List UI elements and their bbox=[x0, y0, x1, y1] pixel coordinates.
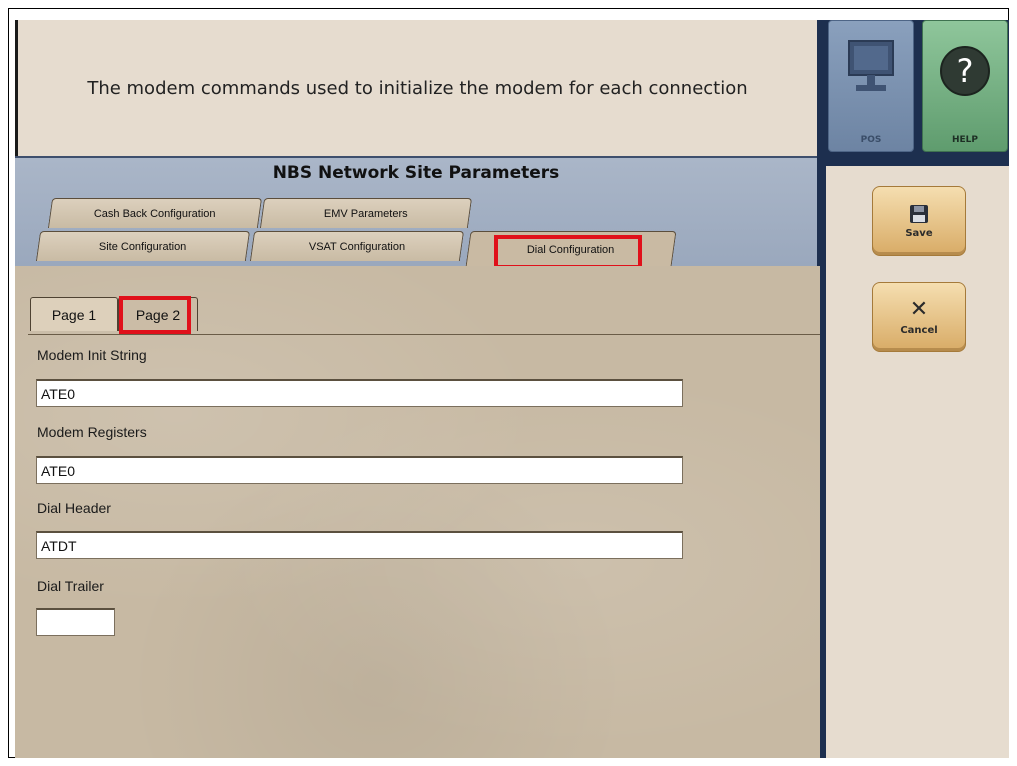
save-label: Save bbox=[905, 227, 933, 239]
modem-init-string-input[interactable]: ATE0 bbox=[36, 379, 683, 407]
save-button[interactable]: Save bbox=[872, 186, 966, 256]
subtab-label: Page 2 bbox=[135, 306, 181, 323]
modem-registers-label: Modem Registers bbox=[37, 424, 147, 440]
svg-text:?: ? bbox=[957, 52, 974, 90]
tab-vsat-configuration[interactable]: VSAT Configuration bbox=[249, 231, 465, 261]
content-area bbox=[15, 266, 820, 758]
subtab-divider bbox=[28, 334, 820, 335]
dial-header-input[interactable]: ATDT bbox=[36, 531, 683, 559]
banner-description: The modem commands used to initialize th… bbox=[87, 77, 748, 99]
dial-trailer-input[interactable] bbox=[36, 608, 115, 636]
question-mark-icon: ? bbox=[940, 46, 990, 96]
cancel-button[interactable]: ✕ Cancel bbox=[872, 282, 966, 352]
modem-init-string-label: Modem Init String bbox=[37, 347, 147, 363]
tab-site-configuration[interactable]: Site Configuration bbox=[35, 231, 251, 261]
cancel-label: Cancel bbox=[900, 324, 938, 336]
subtab-page-2[interactable]: Page 2 bbox=[118, 297, 198, 331]
tab-label: Site Configuration bbox=[99, 240, 187, 253]
floppy-disk-icon bbox=[910, 204, 928, 223]
modem-registers-input[interactable]: ATE0 bbox=[36, 456, 683, 484]
pos-button[interactable]: POS bbox=[828, 20, 914, 152]
tab-dial-configuration[interactable]: Dial Configuration bbox=[465, 231, 677, 267]
monitor-icon bbox=[848, 40, 894, 91]
subtab-label: Page 1 bbox=[51, 306, 97, 323]
help-button[interactable]: ? HELP bbox=[922, 20, 1008, 152]
tab-label: VSAT Configuration bbox=[308, 240, 406, 253]
subtab-page-1[interactable]: Page 1 bbox=[30, 297, 118, 331]
page-title: NBS Network Site Parameters bbox=[272, 163, 560, 183]
tab-label: Cash Back Configuration bbox=[94, 207, 216, 220]
close-icon: ✕ bbox=[909, 296, 929, 322]
tab-emv-parameters[interactable]: EMV Parameters bbox=[259, 198, 473, 228]
tab-label: EMV Parameters bbox=[324, 207, 408, 220]
dial-trailer-label: Dial Trailer bbox=[37, 578, 104, 594]
help-button-label: HELP bbox=[951, 135, 978, 145]
dial-header-label: Dial Header bbox=[37, 500, 111, 516]
tab-cash-back-configuration[interactable]: Cash Back Configuration bbox=[47, 198, 263, 228]
description-banner: The modem commands used to initialize th… bbox=[15, 20, 817, 156]
tab-label: Dial Configuration bbox=[527, 243, 615, 256]
pos-button-label: POS bbox=[860, 135, 882, 145]
